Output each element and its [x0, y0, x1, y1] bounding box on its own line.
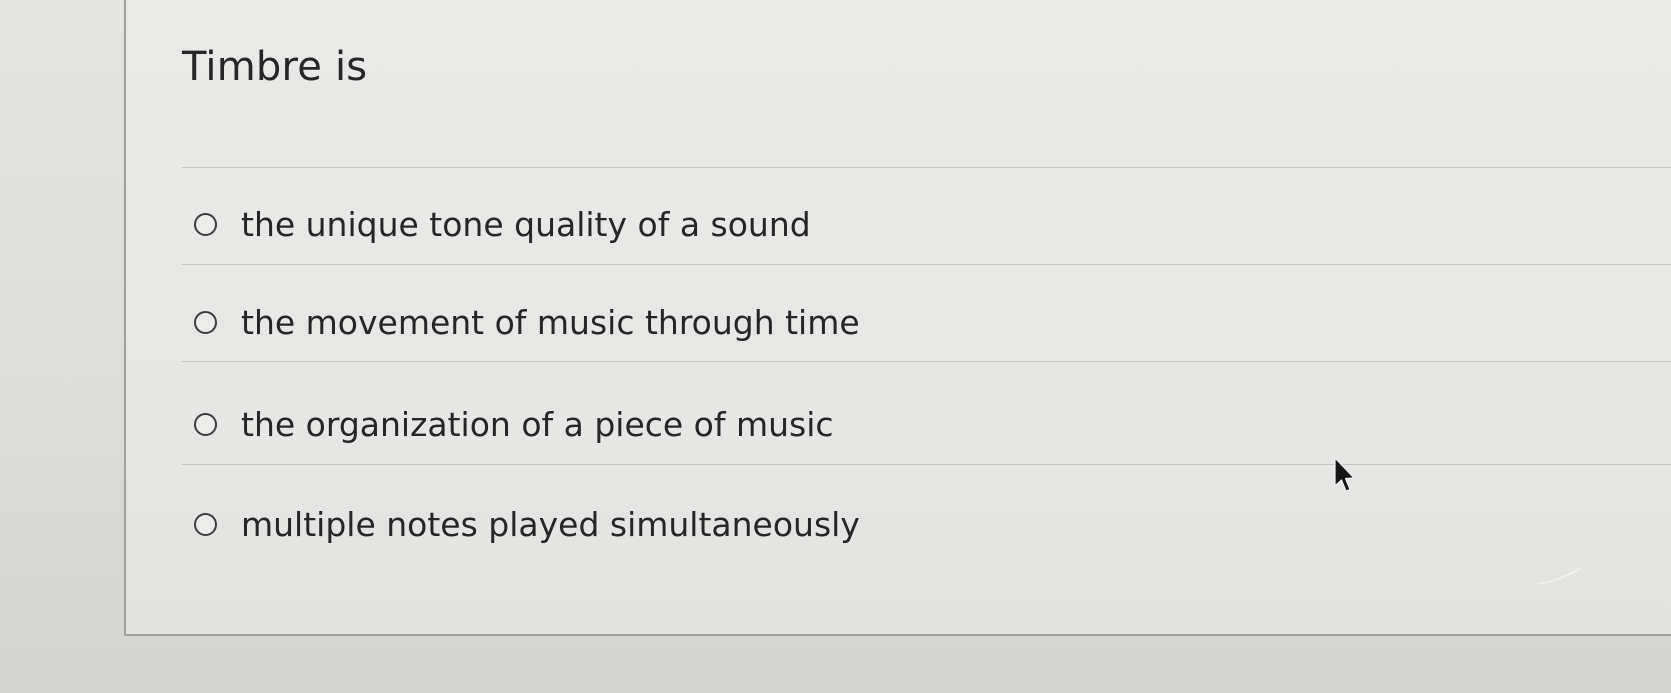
answer-option-4[interactable]: multiple notes played simultaneously: [194, 500, 860, 548]
screen-glare: [1536, 567, 1582, 585]
radio-unchecked-icon[interactable]: [194, 310, 217, 334]
radio-unchecked-icon[interactable]: [194, 512, 217, 536]
question-text: Timbre is: [182, 44, 368, 90]
answer-option-2[interactable]: the movement of music through time: [194, 298, 860, 346]
divider: [182, 167, 1671, 168]
divider: [182, 464, 1671, 465]
answer-option-label: the organization of a piece of music: [241, 404, 834, 444]
answer-option-3[interactable]: the organization of a piece of music: [194, 400, 834, 448]
mouse-pointer-icon: [1334, 457, 1355, 492]
radio-unchecked-icon[interactable]: [194, 212, 217, 236]
divider: [182, 264, 1671, 265]
divider: [182, 361, 1671, 362]
answer-option-label: the unique tone quality of a sound: [241, 204, 811, 244]
answer-option-label: multiple notes played simultaneously: [241, 504, 860, 544]
answer-option-label: the movement of music through time: [241, 302, 860, 342]
radio-unchecked-icon[interactable]: [194, 412, 217, 436]
answer-option-1[interactable]: the unique tone quality of a sound: [194, 200, 811, 248]
